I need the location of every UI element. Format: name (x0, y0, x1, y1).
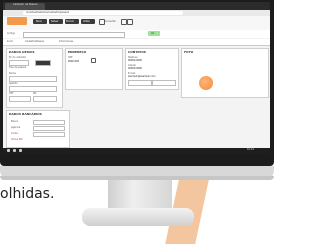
panel-contacts-title: CONTATOS (128, 50, 146, 54)
panel-address (65, 48, 123, 90)
start-icon[interactable] (7, 149, 10, 152)
new-button[interactable]: Novo (33, 19, 47, 24)
search-icon[interactable] (13, 149, 16, 152)
pix-label: Chave PIX (11, 138, 23, 141)
os-taskbar (3, 148, 270, 154)
agencia-label: Agência (11, 126, 21, 129)
tipo-label: Tipo de pessoa (9, 66, 27, 69)
caption-text: olhidas. (0, 186, 55, 202)
breadcrumb-item-home[interactable]: Inicio (7, 40, 13, 43)
nome-label: Nome (9, 72, 16, 75)
codigo-label: Nº do cadastro (9, 56, 27, 59)
back-button[interactable]: Voltar (81, 19, 95, 24)
app-logo (7, 17, 27, 25)
panel-photo-title: FOTO (184, 50, 194, 54)
search-icon[interactable] (91, 58, 96, 63)
url-text: localhost/sistema/cadastro/pessoa (26, 11, 70, 14)
go-button[interactable]: Ok (148, 31, 160, 36)
consult-label[interactable]: Consultar (105, 20, 116, 23)
monitor-screen: Cadastro de Pessoa localhost/sistema/cad… (3, 2, 270, 154)
back-button-label: Voltar (83, 20, 90, 23)
tipo-select[interactable] (35, 60, 51, 66)
next-icon[interactable] (127, 19, 133, 25)
contact-field-2[interactable] (152, 80, 176, 86)
browser-icon[interactable] (19, 149, 22, 152)
clock: 10:24 (247, 148, 254, 151)
filter-input[interactable] (23, 32, 125, 38)
new-button-label: Novo (36, 20, 43, 23)
banco-field[interactable] (33, 120, 65, 125)
cep-label: CEP (68, 56, 73, 59)
telefone-value[interactable]: 00000-0000 (128, 59, 142, 62)
celular-value[interactable]: 00000-0000 (128, 67, 142, 70)
conta-label: Conta (11, 132, 18, 135)
delete-button[interactable]: Excluir (65, 19, 79, 24)
save-button-label: Salvar (51, 20, 59, 23)
banco-label: Banco (11, 120, 19, 123)
panel-address-title: ENDEREÇO (68, 50, 87, 54)
panel-general-data-title: DADOS GERAIS (9, 50, 35, 54)
contact-field-1[interactable] (128, 80, 152, 86)
panel-photo (181, 48, 269, 98)
cpf-field[interactable] (9, 96, 31, 102)
cep-value[interactable]: 0000-000 (68, 60, 79, 63)
conta-field[interactable] (33, 132, 65, 137)
browser-tab-title: Cadastro de Pessoa (13, 3, 38, 6)
filter-label: Codigo (7, 32, 15, 35)
apelido-label: Apelido (9, 82, 18, 85)
rg-label: RG (33, 92, 37, 95)
breadcrumb-item-cadastro[interactable]: Cadastro/Pessoa (25, 40, 44, 43)
avatar[interactable] (199, 76, 213, 90)
cpf-label: CPF (9, 92, 14, 95)
agencia-field[interactable] (33, 126, 65, 131)
rg-field[interactable] (33, 96, 57, 102)
panel-bank-data-title: DADOS BANCÁRIOS (9, 112, 42, 116)
breadcrumb-item-info[interactable]: Informacoes (59, 40, 73, 43)
save-button[interactable]: Salvar (49, 19, 63, 24)
email-value[interactable]: exemplo@exemplo.com (128, 75, 156, 78)
monitor-stand-base (82, 208, 194, 226)
delete-button-label: Excluir (66, 20, 75, 23)
go-button-label: Ok (151, 32, 155, 35)
